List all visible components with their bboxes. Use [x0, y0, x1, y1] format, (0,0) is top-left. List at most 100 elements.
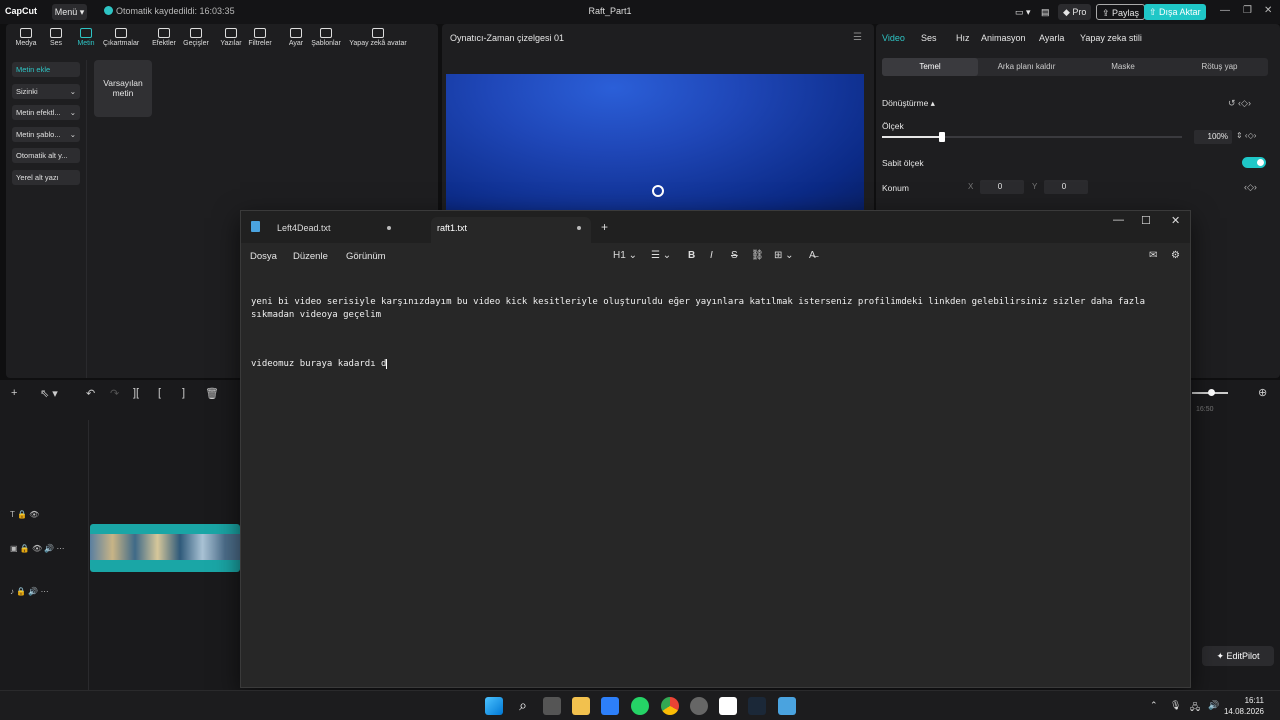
- video-clip[interactable]: [90, 524, 240, 572]
- tab-2[interactable]: Hız: [956, 33, 970, 43]
- split-right-icon[interactable]: ]: [182, 387, 185, 399]
- select-tool-icon[interactable]: ⇖ ▾: [40, 387, 58, 400]
- sidebar-item-1[interactable]: Sizinki ⌄: [12, 83, 80, 99]
- volume-icon[interactable]: 🔊: [1208, 700, 1219, 711]
- sidebar-item-2[interactable]: Metin efektl... ⌄: [12, 105, 80, 120]
- link-icon[interactable]: ⛓: [751, 250, 764, 261]
- search-icon[interactable]: ⌕: [514, 697, 532, 715]
- minimize-icon[interactable]: —: [1220, 5, 1230, 16]
- tool-label: Filtreler: [248, 40, 272, 47]
- editpilot-button[interactable]: ✦ EditPilot: [1202, 646, 1274, 666]
- tab-5[interactable]: Yapay zeka stili: [1080, 33, 1142, 43]
- subtab-1[interactable]: Arka planı kaldır: [979, 58, 1075, 76]
- subtab-2[interactable]: Maske: [1075, 58, 1171, 76]
- reset-icon[interactable]: ↺ ‹◇›: [1228, 98, 1251, 109]
- notepad-taskbar-icon[interactable]: [778, 697, 796, 715]
- split-icon[interactable]: ][: [133, 387, 139, 399]
- tab-0[interactable]: Video: [882, 33, 905, 43]
- capcut-icon[interactable]: [719, 697, 737, 715]
- tool-icon: [225, 28, 237, 38]
- whatsapp-icon[interactable]: [631, 697, 649, 715]
- italic-icon[interactable]: I: [710, 250, 713, 261]
- notepad-text-area[interactable]: yeni bi video serisiyle karşınızdayım bu…: [251, 271, 1181, 408]
- tab-3[interactable]: Animasyon: [981, 33, 1026, 43]
- redo-icon[interactable]: ↷: [110, 387, 119, 400]
- strikethrough-icon[interactable]: S: [731, 250, 738, 261]
- menu-edit[interactable]: Düzenle: [293, 251, 328, 262]
- scale-value[interactable]: 100%: [1194, 130, 1232, 144]
- restore-icon[interactable]: ❐: [1243, 5, 1252, 16]
- tool-yapay-zek-avatar[interactable]: Yapay zekâ avatar: [348, 28, 408, 47]
- bold-icon[interactable]: B: [688, 250, 695, 261]
- notepad-maximize-icon[interactable]: ☐: [1141, 214, 1151, 227]
- default-text-card[interactable]: Varsayılan metin: [94, 60, 152, 117]
- store-icon[interactable]: [601, 697, 619, 715]
- video-preview[interactable]: [446, 74, 864, 214]
- copilot-icon[interactable]: ✉: [1149, 250, 1157, 261]
- task-view-icon[interactable]: [543, 697, 561, 715]
- undo-icon[interactable]: ↶: [86, 387, 95, 400]
- stepper-icon[interactable]: ⇕ ‹◇›: [1236, 131, 1256, 140]
- settings-icon[interactable]: ⚙: [1171, 250, 1180, 261]
- scale-slider[interactable]: [882, 136, 1182, 138]
- clear-format-icon[interactable]: A̶: [809, 250, 816, 261]
- menu-file[interactable]: Dosya: [250, 251, 277, 262]
- share-button[interactable]: ⇪ Paylaş: [1096, 4, 1146, 20]
- tool-geçişler[interactable]: Geçişler: [178, 28, 214, 47]
- delete-icon[interactable]: 🗑: [205, 387, 219, 400]
- zoom-slider-handle[interactable]: [1208, 389, 1215, 396]
- network-icon[interactable]: 🖧: [1190, 700, 1200, 716]
- notepad-tab-1[interactable]: raft1.txt: [431, 217, 591, 243]
- list-icon[interactable]: ☰ ⌄: [651, 250, 671, 261]
- notepad-minimize-icon[interactable]: —: [1113, 214, 1124, 226]
- subtab-0[interactable]: Temel: [882, 58, 978, 76]
- tool-şablonlar[interactable]: Şablonlar: [308, 28, 344, 47]
- uniform-scale-toggle[interactable]: [1242, 157, 1266, 168]
- audio-track-controls[interactable]: ♪ 🔒 🔊 ⋯: [10, 587, 49, 596]
- mic-icon[interactable]: 🎙: [1170, 700, 1181, 711]
- pos-x-input[interactable]: 0: [980, 180, 1024, 194]
- tool-metin[interactable]: Metin: [68, 28, 104, 47]
- tray-chevron-icon[interactable]: ⌃: [1150, 700, 1158, 711]
- steam-icon[interactable]: [748, 697, 766, 715]
- player-menu-icon[interactable]: ☰: [853, 32, 862, 43]
- system-clock[interactable]: 16:11 14.08.2026: [1224, 695, 1264, 717]
- close-icon[interactable]: ✕: [1264, 5, 1272, 16]
- menu-view[interactable]: Görünüm: [346, 251, 386, 262]
- export-button[interactable]: ⇧ Dışa Aktar: [1144, 4, 1206, 20]
- tool-efektler[interactable]: Efektler: [146, 28, 182, 47]
- layout-icon[interactable]: ▭ ▾: [1010, 4, 1036, 20]
- sidebar-item-3[interactable]: Metin şablo... ⌄: [12, 126, 80, 142]
- start-icon[interactable]: [485, 697, 503, 715]
- video-track-controls[interactable]: ▣ 🔒 👁 🔊 ⋯: [10, 544, 65, 553]
- table-icon[interactable]: ⊞ ⌄: [774, 250, 794, 261]
- unsaved-dot-icon[interactable]: [387, 226, 391, 230]
- new-tab-icon[interactable]: +: [601, 220, 608, 234]
- sidebar-item-4[interactable]: Otomatik alt y...: [12, 148, 80, 163]
- add-track-icon[interactable]: +: [11, 387, 17, 399]
- subtab-3[interactable]: Rötuş yap: [1172, 58, 1268, 76]
- tool-çıkartmalar[interactable]: Çıkartmalar: [103, 28, 139, 47]
- pos-y-input[interactable]: 0: [1044, 180, 1088, 194]
- notepad-close-icon[interactable]: ✕: [1171, 214, 1180, 227]
- keyframe-icon[interactable]: ‹◇›: [1244, 182, 1257, 193]
- tab-4[interactable]: Ayarla: [1039, 33, 1064, 43]
- text-track-controls[interactable]: T 🔒 👁: [10, 510, 39, 519]
- zoom-in-icon[interactable]: ⊕: [1258, 386, 1267, 399]
- notepad-tab-0[interactable]: Left4Dead.txt: [241, 217, 401, 243]
- tab-1[interactable]: Ses: [921, 33, 937, 43]
- scale-slider-handle[interactable]: [939, 132, 945, 142]
- tool-label: Medya: [15, 40, 37, 47]
- unsaved-dot-icon[interactable]: [577, 226, 581, 230]
- pro-button[interactable]: ◆ Pro: [1058, 4, 1092, 20]
- sidebar-item-0[interactable]: Metin ekle: [12, 62, 80, 77]
- split-left-icon[interactable]: [: [158, 387, 161, 399]
- file-explorer-icon[interactable]: [572, 697, 590, 715]
- heading-select[interactable]: H1 ⌄: [613, 250, 637, 261]
- tool-icon: [254, 28, 266, 38]
- shortcut-icon[interactable]: ▤: [1036, 4, 1055, 20]
- tool-filtreler[interactable]: Filtreler: [242, 28, 278, 47]
- app-icon[interactable]: [690, 697, 708, 715]
- sidebar-item-5[interactable]: Yerel alt yazı: [12, 169, 80, 185]
- chrome-icon[interactable]: [661, 697, 679, 715]
